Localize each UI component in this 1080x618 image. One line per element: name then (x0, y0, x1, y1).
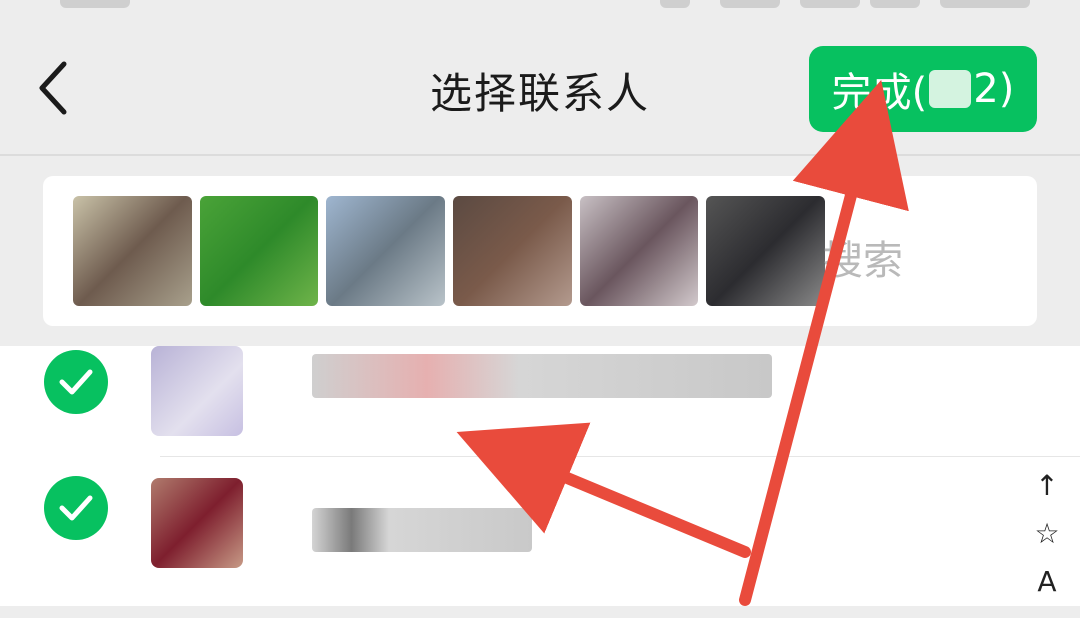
bottom-strip (0, 606, 1080, 618)
index-item-star[interactable]: ☆ (1032, 510, 1062, 558)
status-bar (0, 0, 1080, 18)
search-input[interactable]: 搜索 (823, 228, 903, 286)
checkmark-icon (59, 495, 93, 521)
selected-avatar[interactable] (199, 196, 319, 306)
done-button[interactable]: 完成( 2) (809, 46, 1037, 132)
selected-avatar[interactable] (706, 196, 826, 306)
contact-row[interactable] (0, 468, 1080, 578)
selected-avatar[interactable] (73, 196, 192, 306)
row-divider (160, 456, 1080, 457)
contact-row[interactable] (0, 346, 1080, 457)
done-label: 完成( (831, 70, 928, 116)
selected-avatar[interactable] (579, 196, 699, 306)
navigation-header: 选择联系人 完成( 2) (0, 18, 1080, 154)
search-bar[interactable]: 搜索 (43, 176, 1037, 326)
contact-name-redacted (312, 508, 532, 552)
selected-avatars-strip (73, 196, 833, 306)
checked-icon[interactable] (44, 476, 108, 540)
index-item-a[interactable]: A (1032, 558, 1062, 606)
header-divider (0, 154, 1080, 156)
done-label-end: 2) (973, 66, 1015, 112)
contact-list (0, 346, 1080, 618)
contact-name-redacted (312, 354, 772, 398)
alphabet-index-bar[interactable]: ↑ ☆ A (1032, 462, 1062, 606)
checkmark-icon (59, 369, 93, 395)
selected-avatar[interactable] (326, 196, 446, 306)
contact-avatar (151, 478, 243, 568)
checked-icon[interactable] (44, 350, 108, 414)
selected-avatar[interactable] (453, 196, 572, 306)
selected-count-redacted (929, 70, 972, 108)
index-item-top[interactable]: ↑ (1032, 462, 1062, 510)
contact-avatar (151, 346, 243, 436)
